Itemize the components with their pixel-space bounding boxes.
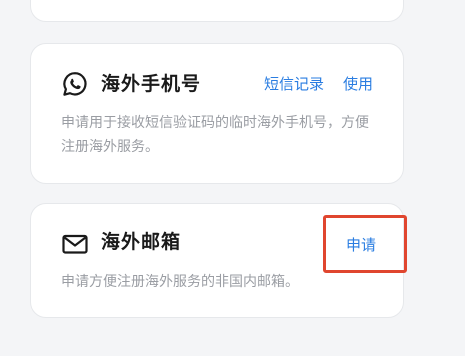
sms-records-link[interactable]: 短信记录	[264, 73, 324, 95]
overseas-email-card: 海外邮箱 申请 申请方便注册海外服务的非国内邮箱。	[30, 203, 407, 318]
card-description: 申请用于接收短信验证码的临时海外手机号，方便注册海外服务。	[61, 115, 369, 155]
card-description: 申请方便注册海外服务的非国内邮箱。	[61, 274, 299, 290]
mail-icon	[62, 234, 88, 254]
previous-card	[30, 0, 404, 22]
apply-highlight-box: 申请	[323, 215, 407, 273]
apply-link[interactable]: 申请	[346, 234, 376, 256]
whatsapp-phone-icon	[63, 72, 87, 96]
card-title: 海外邮箱	[101, 231, 182, 253]
card-title: 海外手机号	[101, 73, 202, 95]
use-link[interactable]: 使用	[343, 73, 373, 95]
overseas-phone-card: 海外手机号 短信记录 使用 申请用于接收短信验证码的临时海外手机号，方便注册海外…	[30, 43, 404, 184]
